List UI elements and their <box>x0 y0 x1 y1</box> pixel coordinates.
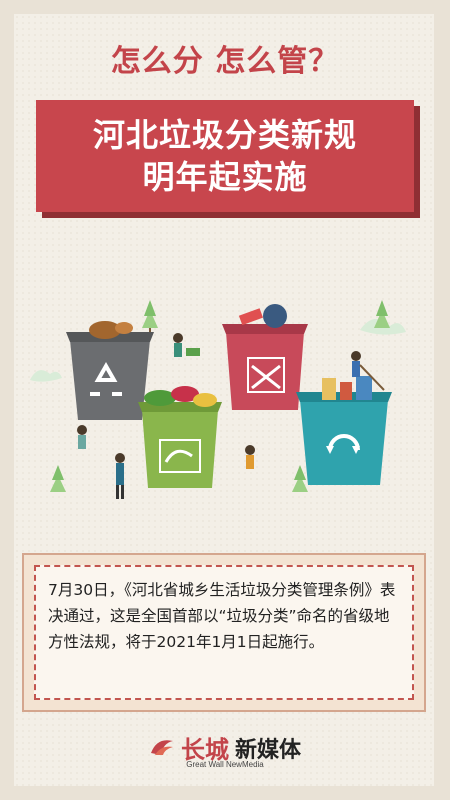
info-box: 7月30日，《河北省城乡生活垃圾分类管理条例》表决通过，这是全国首部以“垃圾分类… <box>24 555 424 710</box>
title-banner: 河北垃圾分类新规 明年起实施 <box>36 100 414 212</box>
red-bin-icon <box>222 304 308 410</box>
teal-bin-icon <box>296 376 392 485</box>
info-box-inner: 7月30日，《河北省城乡生活垃圾分类管理条例》表决通过，这是全国首部以“垃圾分类… <box>34 565 414 700</box>
poster: 怎么分 怎么管？ 河北垃圾分类新规 明年起实施 7月30日，《河北省城乡生活垃圾… <box>0 0 450 800</box>
green-bin-icon <box>138 386 222 488</box>
brand-name-en: Great Wall NewMedia <box>186 760 264 769</box>
flame-icon <box>149 735 175 761</box>
brand-name-cn-suffix: 新媒体 <box>234 737 301 763</box>
title-line-2: 明年起实施 <box>142 158 308 196</box>
info-paragraph: 7月30日，《河北省城乡生活垃圾分类管理条例》表决通过，这是全国首部以“垃圾分类… <box>48 581 396 651</box>
subtitle: 怎么分 怎么管？ <box>110 44 340 79</box>
garbage-sorting-illustration <box>30 300 406 499</box>
brand-logo: 长城 新媒体 Great Wall NewMedia <box>0 730 450 769</box>
title-line-1: 河北垃圾分类新规 <box>92 116 357 154</box>
